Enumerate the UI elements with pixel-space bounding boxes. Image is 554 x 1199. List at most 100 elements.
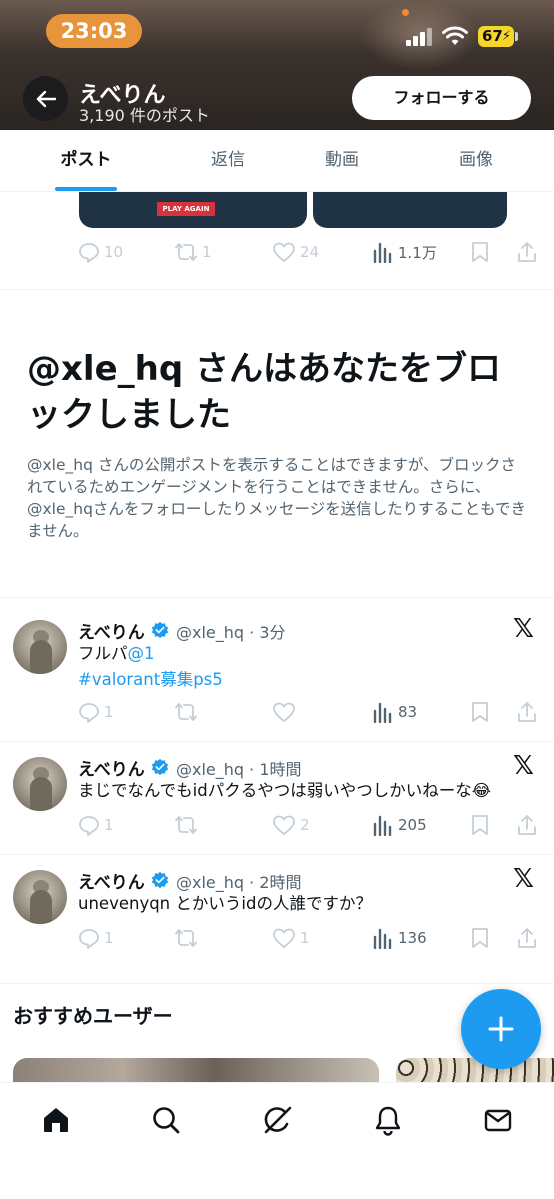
- post-author-name[interactable]: えべりん: [78, 618, 145, 643]
- reply-count: 1: [104, 816, 114, 834]
- post-actions: 1 2 205: [78, 812, 540, 838]
- avatar[interactable]: [13, 757, 67, 811]
- repost-button[interactable]: [174, 812, 198, 838]
- share-button[interactable]: [516, 925, 538, 951]
- verified-badge-icon: [151, 621, 169, 639]
- battery-level: 67: [482, 27, 503, 45]
- divider: [0, 983, 554, 984]
- post-author-name[interactable]: えべりん: [78, 868, 145, 893]
- views-button[interactable]: 83: [372, 699, 417, 725]
- home-icon: [44, 1108, 68, 1132]
- share-icon: [518, 928, 536, 948]
- divider: [0, 741, 554, 742]
- nav-grok[interactable]: [257, 1100, 297, 1140]
- views-button[interactable]: 205: [372, 812, 427, 838]
- bookmark-icon: [472, 242, 488, 262]
- grok-icon: [264, 1106, 292, 1134]
- mention-link[interactable]: @1: [128, 644, 155, 663]
- battery-cap: [515, 32, 518, 41]
- like-button[interactable]: 1: [272, 925, 310, 951]
- back-button[interactable]: [23, 76, 68, 121]
- post-count: 3,190 件のポスト: [79, 106, 210, 125]
- post-actions: 10 1 24 1.1万: [78, 239, 540, 265]
- heart-icon: [273, 928, 295, 948]
- avatar[interactable]: [13, 620, 67, 674]
- x-logo-icon: 𝕏: [513, 864, 534, 894]
- hashtag-link[interactable]: #valorant募集ps5: [78, 670, 223, 689]
- charging-bolt-icon: ⚡: [501, 29, 511, 44]
- post-actions: 1 1 136: [78, 925, 540, 951]
- nav-notifications[interactable]: [368, 1100, 408, 1140]
- wifi-icon: [442, 26, 468, 45]
- profile-tabs: ポスト 返信 動画 画像: [0, 130, 554, 192]
- share-button[interactable]: [516, 812, 538, 838]
- nav-messages[interactable]: [478, 1100, 518, 1140]
- tab-posts[interactable]: ポスト: [30, 130, 142, 192]
- profile-header: 23:03 67 ⚡ えべりん 3,190 件のポスト フォローする: [0, 0, 554, 130]
- bookmark-button[interactable]: [470, 239, 490, 265]
- views-chart-icon: [373, 702, 392, 723]
- bookmark-icon: [472, 702, 488, 722]
- bell-icon: [375, 1106, 401, 1136]
- compose-post-button[interactable]: [461, 989, 541, 1069]
- views-chart-icon: [373, 815, 392, 836]
- reply-icon: [79, 243, 99, 263]
- cellular-signal-icon: [406, 28, 434, 46]
- repost-button[interactable]: [174, 925, 198, 951]
- reply-count: 1: [104, 929, 114, 947]
- like-count: 1: [300, 929, 310, 947]
- views-chart-icon: [373, 928, 392, 949]
- nav-home[interactable]: [36, 1100, 76, 1140]
- reply-button[interactable]: 1: [78, 925, 114, 951]
- bookmark-button[interactable]: [470, 699, 490, 725]
- tab-videos[interactable]: 動画: [286, 130, 398, 192]
- repost-button[interactable]: 1: [174, 239, 212, 265]
- block-notice-description: @xle_hq さんの公開ポストを表示することはできますが、ブロックされているた…: [27, 456, 527, 540]
- view-count: 205: [398, 816, 427, 834]
- repost-icon: [175, 703, 197, 721]
- heart-icon: [273, 242, 295, 262]
- bookmark-icon: [472, 928, 488, 948]
- post-text-plain: フルパ: [78, 644, 128, 663]
- reply-icon: [79, 816, 99, 836]
- post-author-name[interactable]: えべりん: [78, 755, 145, 780]
- reply-button[interactable]: 1: [78, 812, 114, 838]
- share-button[interactable]: [516, 239, 538, 265]
- bottom-navigation: [0, 1082, 554, 1199]
- repost-icon: [175, 243, 197, 261]
- search-icon: [153, 1107, 180, 1134]
- tab-images[interactable]: 画像: [420, 130, 532, 192]
- bookmark-button[interactable]: [470, 925, 490, 951]
- post-media-image[interactable]: [313, 192, 507, 228]
- views-button[interactable]: 136: [372, 925, 427, 951]
- avatar[interactable]: [13, 870, 67, 924]
- repost-button[interactable]: [174, 699, 198, 725]
- like-button[interactable]: 24: [272, 239, 319, 265]
- views-button[interactable]: 1.1万: [372, 239, 437, 265]
- follow-button[interactable]: フォローする: [352, 76, 531, 120]
- reply-button[interactable]: 10: [78, 239, 123, 265]
- share-button[interactable]: [516, 699, 538, 725]
- like-count: 24: [300, 243, 320, 261]
- reply-icon: [79, 929, 99, 949]
- reply-icon: [79, 703, 99, 723]
- repost-count: 1: [202, 243, 212, 261]
- reply-button[interactable]: 1: [78, 699, 114, 725]
- media-play-again-label: PLAY AGAIN: [157, 202, 215, 216]
- plus-icon: [488, 1016, 514, 1042]
- divider: [0, 289, 554, 290]
- tab-replies[interactable]: 返信: [172, 130, 284, 192]
- like-button[interactable]: 2: [272, 812, 310, 838]
- reply-count: 10: [104, 243, 124, 261]
- block-notice-title: @xle_hq さんはあなたをブロックしました: [27, 349, 502, 435]
- views-chart-icon: [373, 242, 392, 263]
- post-meta: @xle_hq · 3分: [176, 623, 286, 642]
- heart-icon: [273, 702, 295, 722]
- view-count: 1.1万: [398, 243, 437, 262]
- like-button[interactable]: [272, 699, 296, 725]
- share-icon: [518, 242, 536, 262]
- bookmark-button[interactable]: [470, 812, 490, 838]
- privacy-indicator-dot: [402, 9, 409, 16]
- nav-search[interactable]: [146, 1100, 186, 1140]
- post-text: フルパ@1 #valorant募集ps5: [78, 641, 223, 693]
